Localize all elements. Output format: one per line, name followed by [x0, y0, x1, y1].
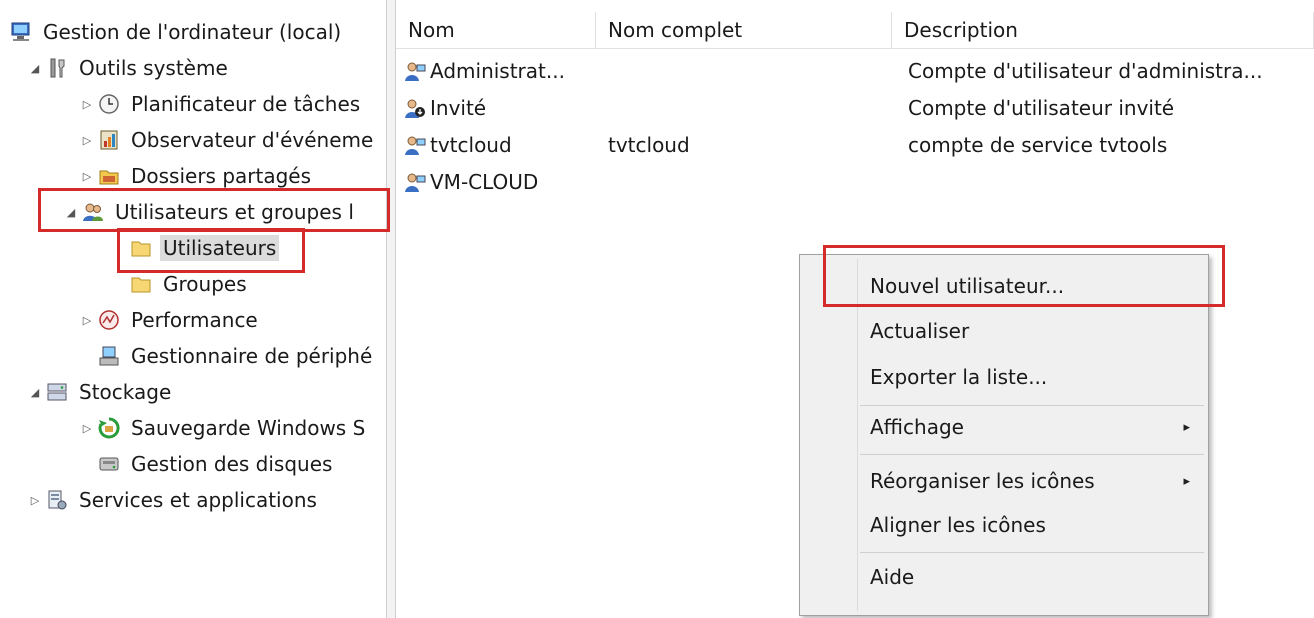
- tree-label-root: Gestion de l'ordinateur (local): [43, 20, 342, 44]
- folder-icon: [130, 273, 152, 295]
- tree-node-performance[interactable]: ▷ Performance: [76, 302, 261, 338]
- menu-icon-gutter: [857, 259, 858, 611]
- description-cell: Compte d'utilisateur d'administra...: [908, 59, 1263, 83]
- full-name-cell: tvtcloud: [608, 133, 690, 157]
- menu-item-label: Aligner les icônes: [870, 513, 1046, 537]
- tree-node-windows-backup[interactable]: ▷ Sauvegarde Windows S: [76, 410, 368, 446]
- device-manager-icon: [98, 345, 120, 367]
- name-cell: Invité: [404, 89, 486, 127]
- tree-label-system-tools: Outils système: [79, 56, 228, 80]
- user-icon: [404, 171, 426, 193]
- name-cell: tvtcloud: [404, 126, 512, 164]
- collapse-icon[interactable]: ◢: [24, 50, 46, 86]
- pane-splitter[interactable]: [386, 0, 396, 618]
- tree-label-performance: Performance: [131, 308, 258, 332]
- menu-separator: [860, 552, 1204, 553]
- tree-label-task-scheduler: Planificateur de tâches: [131, 92, 361, 116]
- tree-node-system-tools[interactable]: ◢ Outils système: [24, 50, 231, 86]
- tree-label-device-manager: Gestionnaire de périphé: [131, 344, 373, 368]
- shared-folder-icon: [98, 165, 120, 187]
- disk-icon: [98, 453, 120, 475]
- highlight-box-users: [117, 228, 305, 273]
- menu-item-arrange-icons[interactable]: Réorganiser les icônes ▸: [870, 461, 1190, 501]
- list-header: Nom Nom complet Description: [396, 12, 1314, 49]
- menu-item-label: Actualiser: [870, 319, 970, 343]
- tree-label-event-viewer: Observateur d'événeme: [131, 128, 374, 152]
- column-header-label: Nom complet: [608, 18, 743, 42]
- submenu-arrow-icon: ▸: [1183, 419, 1190, 435]
- name-cell: Administrat...: [404, 52, 565, 90]
- table-row[interactable]: Invité Compte d'utilisateur invité: [396, 89, 1314, 127]
- tree-label-groups: Groupes: [163, 272, 247, 296]
- user-icon: [404, 134, 426, 156]
- expand-icon[interactable]: ▷: [76, 410, 98, 446]
- menu-item-label: Aide: [870, 565, 915, 589]
- menu-item-label: Affichage: [870, 415, 964, 439]
- backup-icon: [98, 417, 120, 439]
- event-viewer-icon: [98, 129, 120, 151]
- description-cell: Compte d'utilisateur invité: [908, 96, 1175, 120]
- tree-label-windows-backup: Sauvegarde Windows S: [131, 416, 366, 440]
- tree-node-storage[interactable]: ◢ Stockage: [24, 374, 174, 410]
- collapse-icon[interactable]: ◢: [24, 374, 46, 410]
- performance-icon: [98, 309, 120, 331]
- menu-separator: [860, 454, 1204, 455]
- menu-item-label: Réorganiser les icônes: [870, 469, 1095, 493]
- highlight-box-new-user: [823, 245, 1225, 307]
- menu-separator: [860, 405, 1204, 406]
- expand-icon[interactable]: ▷: [76, 122, 98, 158]
- menu-item-label: Exporter la liste...: [870, 365, 1048, 389]
- tree-node-disk-management[interactable]: Gestion des disques: [98, 446, 335, 482]
- menu-item-help[interactable]: Aide: [870, 557, 1190, 597]
- name-cell: VM-CLOUD: [404, 163, 538, 201]
- services-icon: [46, 489, 68, 511]
- user-name: Invité: [430, 96, 487, 120]
- storage-icon: [46, 381, 68, 403]
- expand-icon[interactable]: ▷: [76, 302, 98, 338]
- clock-icon: [98, 93, 120, 115]
- menu-item-line-up-icons[interactable]: Aligner les icônes: [870, 505, 1190, 545]
- column-header-label: Nom: [408, 18, 455, 42]
- computer-management-icon: [10, 21, 32, 43]
- expand-icon[interactable]: ▷: [76, 86, 98, 122]
- tree-node-event-viewer[interactable]: ▷ Observateur d'événeme: [76, 122, 376, 158]
- tree-label-services-apps: Services et applications: [79, 488, 317, 512]
- menu-item-view[interactable]: Affichage ▸: [870, 407, 1190, 447]
- tree-label-storage: Stockage: [79, 380, 172, 404]
- column-header-description[interactable]: Description: [892, 12, 1314, 48]
- tools-icon: [46, 57, 68, 79]
- table-row[interactable]: Administrat... Compte d'utilisateur d'ad…: [396, 52, 1314, 90]
- disabled-user-icon: [404, 97, 426, 119]
- expand-icon[interactable]: ▷: [24, 482, 46, 518]
- table-row[interactable]: VM-CLOUD: [396, 163, 1314, 201]
- column-header-name[interactable]: Nom: [396, 12, 596, 48]
- user-name: tvtcloud: [430, 133, 512, 157]
- tree-label-shared-folders: Dossiers partagés: [131, 164, 312, 188]
- tree-node-task-scheduler[interactable]: ▷ Planificateur de tâches: [76, 86, 363, 122]
- tree-node-device-manager[interactable]: Gestionnaire de périphé: [98, 338, 375, 374]
- navigation-tree: Gestion de l'ordinateur (local) ◢ Outils…: [0, 0, 386, 618]
- menu-item-export-list[interactable]: Exporter la liste...: [870, 357, 1190, 397]
- table-row[interactable]: tvtcloud tvtcloud compte de service tvto…: [396, 126, 1314, 164]
- context-menu: Nouvel utilisateur... Actualiser Exporte…: [799, 254, 1209, 616]
- column-header-label: Description: [904, 18, 1018, 42]
- user-name: VM-CLOUD: [430, 170, 539, 194]
- tree-node-services-apps[interactable]: ▷ Services et applications: [24, 482, 320, 518]
- highlight-box-local-users-groups: [38, 188, 390, 232]
- user-icon: [404, 60, 426, 82]
- submenu-arrow-icon: ▸: [1183, 473, 1190, 489]
- tree-node-computer-management[interactable]: Gestion de l'ordinateur (local): [10, 14, 344, 50]
- column-header-full-name[interactable]: Nom complet: [596, 12, 892, 48]
- menu-item-refresh[interactable]: Actualiser: [870, 311, 1190, 351]
- tree-label-disk-management: Gestion des disques: [131, 452, 333, 476]
- description-cell: compte de service tvtools: [908, 133, 1168, 157]
- user-name: Administrat...: [430, 59, 565, 83]
